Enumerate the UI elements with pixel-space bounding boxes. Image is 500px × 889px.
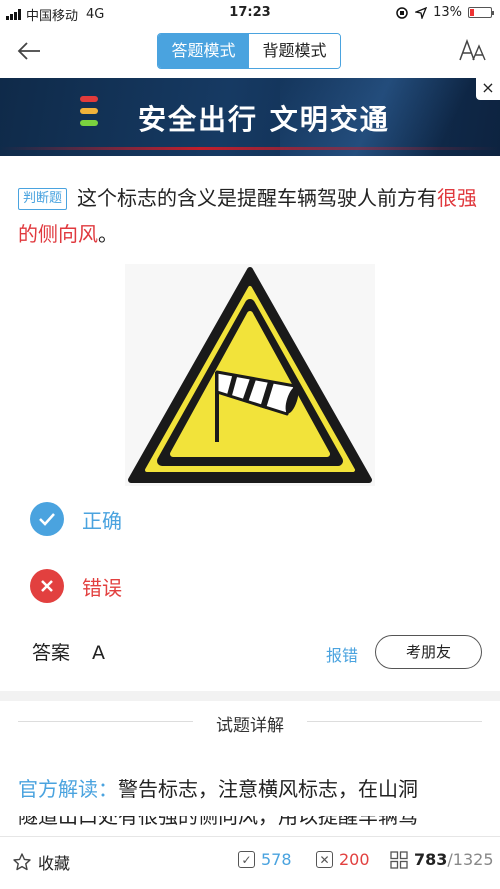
explanation-lead: 官方解读：: [18, 777, 118, 801]
question-progress[interactable]: 783/1325: [390, 850, 494, 869]
banner-ad[interactable]: 安全出行 文明交通 ×: [0, 78, 500, 156]
traffic-light-icon: [80, 96, 102, 142]
banner-close-button[interactable]: ×: [476, 78, 500, 100]
option-correct[interactable]: 正确: [30, 502, 122, 536]
check-icon: [30, 502, 64, 536]
cross-icon: [30, 569, 64, 603]
status-bar: 中国移动 4G 17:23 13%: [0, 0, 500, 26]
check-box-icon: ✓: [238, 851, 255, 868]
star-icon: [13, 853, 31, 871]
answer-label: 答案: [32, 642, 71, 664]
answer-row: 答案 A: [32, 638, 105, 665]
cross-box-icon: ✕: [316, 851, 333, 868]
banner-text: 安全出行 文明交通: [138, 103, 390, 136]
explanation-overflow: 隧道出口处有很强的侧向风，用以提醒车辆驾: [0, 806, 500, 840]
status-right: 13%: [395, 5, 494, 20]
correct-count[interactable]: ✓ 578: [238, 850, 292, 869]
orientation-lock-icon: [396, 6, 408, 19]
wrong-count[interactable]: ✕ 200: [316, 850, 370, 869]
question-text-before: 这个标志的含义是提醒车辆驾驶人前方有: [77, 186, 438, 210]
battery-percent: 13%: [433, 5, 462, 20]
current-question-number: 783: [414, 850, 448, 869]
grid-icon: [390, 850, 408, 869]
section-divider: [0, 691, 500, 701]
wrong-count-value: 200: [339, 850, 370, 869]
report-error-link[interactable]: 报错: [326, 642, 358, 666]
question-image: [125, 264, 375, 486]
question-text-after: 。: [98, 222, 118, 246]
favorite-button[interactable]: 收藏: [12, 850, 70, 874]
font-size-icon[interactable]: [458, 36, 488, 66]
back-arrow-icon[interactable]: [14, 36, 44, 66]
option-wrong-label: 错误: [82, 575, 122, 600]
quiz-friend-button[interactable]: 考朋友: [375, 635, 482, 669]
explanation-text: 官方解读：警告标志，注意横风标志，在山洞: [18, 772, 482, 806]
detail-section-header: 试题详解: [0, 708, 500, 736]
favorite-label: 收藏: [38, 854, 71, 873]
explanation-next-line: 隧道出口处有很强的侧向风，用以提醒车辆驾: [18, 816, 418, 828]
answer-value: A: [92, 642, 106, 664]
option-wrong[interactable]: 错误: [30, 569, 122, 603]
mode-switch: 答题模式 背题模式: [157, 33, 341, 69]
crosswind-warning-sign-icon: [128, 267, 372, 483]
tab-memorize-mode[interactable]: 背题模式: [249, 34, 340, 68]
question-type-tag: 判断题: [18, 188, 68, 210]
correct-count-value: 578: [261, 850, 292, 869]
total-questions: /1325: [447, 850, 494, 869]
header: 答题模式 背题模式: [0, 26, 500, 78]
detail-title: 试题详解: [216, 716, 284, 736]
question-text: 判断题 这个标志的含义是提醒车辆驾驶人前方有很强的侧向风。: [18, 180, 482, 252]
location-icon: [415, 6, 428, 19]
tab-answer-mode[interactable]: 答题模式: [158, 34, 249, 68]
bottom-bar: 收藏 ✓ 578 ✕ 200 783/1325: [0, 836, 500, 889]
explanation-body: 警告标志，注意横风标志，在山洞: [118, 777, 418, 801]
option-correct-label: 正确: [82, 508, 122, 533]
battery-icon: [468, 7, 494, 18]
